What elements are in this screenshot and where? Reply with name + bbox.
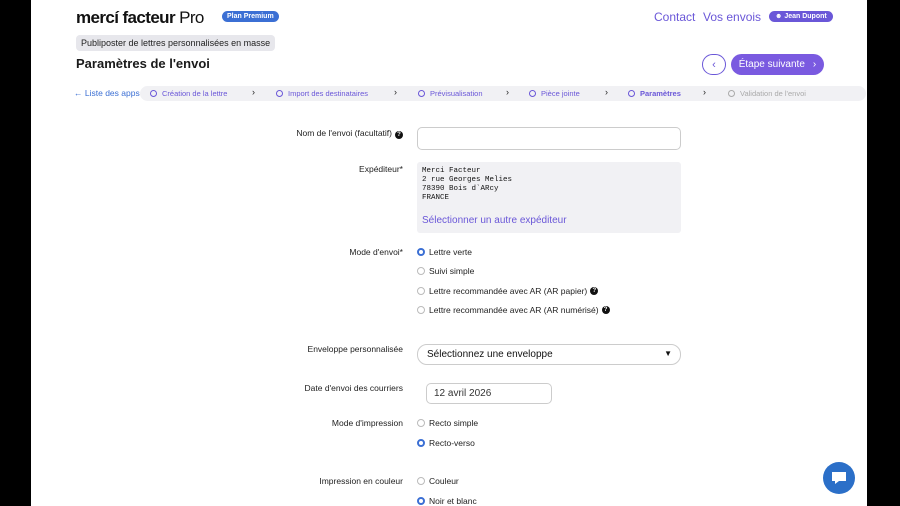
plan-badge: Plan Premium — [222, 11, 279, 22]
envelope-label: Enveloppe personnalisée — [307, 344, 403, 354]
step-creation-lettre[interactable]: Création de la lettre — [150, 89, 227, 98]
next-step-label: Étape suivante — [738, 59, 805, 70]
sender-line: Merci Facteur — [422, 167, 481, 175]
mode-option-ar-papier[interactable]: Lettre recommandée avec AR (AR papier)? — [417, 286, 599, 296]
step-parametres[interactable]: Paramètres — [628, 89, 681, 98]
nav-contact-link[interactable]: Contact — [654, 10, 695, 24]
step-validation-envoi: Validation de l'envoi — [728, 89, 806, 98]
question-icon[interactable]: ? — [395, 131, 403, 139]
color-option-couleur[interactable]: Couleur — [417, 476, 459, 486]
radio-button[interactable] — [417, 477, 425, 485]
color-option-noir-blanc[interactable]: Noir et blanc — [417, 496, 477, 506]
radio-button[interactable] — [417, 419, 425, 427]
chevron-right-icon: › — [506, 87, 509, 97]
option-label: Couleur — [429, 476, 459, 486]
logo-pro-text: Pro — [174, 8, 204, 27]
app-frame: mercí facteur Pro Plan Premium Contact V… — [31, 0, 867, 506]
sender-line: FRANCE — [422, 194, 450, 202]
name-field-label: Nom de l'envoi (facultatif)? — [296, 128, 403, 139]
option-label: Suivi simple — [429, 266, 475, 276]
envelope-select-value: Sélectionnez une enveloppe — [427, 349, 553, 360]
chevron-right-icon: › — [252, 87, 255, 97]
color-label: Impression en couleur — [319, 476, 403, 486]
question-icon[interactable]: ? — [601, 306, 610, 314]
sender-line: 2 rue Georges Melies — [422, 176, 513, 184]
check-circle-icon — [529, 90, 536, 97]
next-step-button[interactable]: Étape suivante › — [731, 54, 824, 75]
radio-button[interactable] — [417, 287, 425, 295]
envelope-select[interactable]: Sélectionnez une enveloppe ▼ — [417, 344, 681, 365]
step-label: Import des destinataires — [288, 89, 369, 98]
back-to-apps-link[interactable]: ← Liste des apps — [74, 88, 140, 98]
chevron-left-icon: ‹ — [712, 58, 716, 71]
check-circle-icon — [150, 90, 157, 97]
radio-button[interactable] — [417, 306, 425, 314]
chevron-right-icon: › — [605, 87, 608, 97]
mode-option-suivi-simple[interactable]: Suivi simple — [417, 266, 474, 276]
app-badge: Publiposter de lettres personnalisées en… — [76, 35, 276, 51]
radio-button[interactable] — [417, 439, 425, 447]
arrow-left-icon: ← — [74, 88, 83, 98]
page-title: Paramètres de l'envoi — [76, 56, 210, 71]
option-label: Lettre recommandée avec AR (AR papier) — [429, 286, 588, 296]
sender-line: 78390 Bois d`ARcy — [422, 185, 499, 193]
sender-label: Expéditeur* — [359, 164, 403, 174]
stepper: ← Liste des apps Création de la lettre ›… — [74, 86, 866, 101]
question-icon[interactable]: ? — [590, 287, 599, 295]
print-option-recto[interactable]: Recto simple — [417, 418, 478, 428]
name-field-label-text: Nom de l'envoi (facultatif) — [296, 128, 392, 138]
option-label: Lettre recommandée avec AR (AR numérisé) — [429, 305, 599, 315]
logo[interactable]: mercí facteur Pro — [76, 8, 204, 28]
print-label: Mode d'impression — [331, 418, 403, 428]
mode-label: Mode d'envoi* — [349, 247, 403, 257]
radio-button[interactable] — [417, 248, 425, 256]
nav-envois-link[interactable]: Vos envois — [703, 10, 761, 24]
user-icon: ☻ — [775, 13, 783, 20]
step-label: Validation de l'envoi — [740, 89, 806, 98]
step-previsualisation[interactable]: Prévisualisation — [418, 89, 483, 98]
user-name: Jean Dupont — [784, 13, 827, 20]
option-label: Recto simple — [429, 418, 479, 428]
circle-icon — [628, 90, 635, 97]
check-circle-icon — [276, 90, 283, 97]
radio-button[interactable] — [417, 267, 425, 275]
caret-down-icon: ▼ — [664, 349, 672, 358]
mode-option-lettre-verte[interactable]: Lettre verte — [417, 247, 472, 257]
option-label: Recto-verso — [429, 438, 475, 448]
chevron-right-icon: › — [812, 59, 817, 70]
logo-text: mercí facteur — [76, 8, 176, 27]
step-piece-jointe[interactable]: Pièce jointe — [529, 89, 580, 98]
step-label: Création de la lettre — [162, 89, 228, 98]
date-input[interactable]: 12 avril 2026 — [426, 383, 552, 404]
radio-button[interactable] — [417, 497, 425, 505]
check-circle-icon — [418, 90, 425, 97]
previous-step-button[interactable]: ‹ — [702, 54, 726, 75]
chat-icon — [832, 472, 846, 484]
sender-box: Merci Facteur 2 rue Georges Melies 78390… — [417, 162, 681, 233]
step-label: Prévisualisation — [430, 89, 483, 98]
stepper-bar: Création de la lettre › Import des desti… — [140, 86, 866, 101]
chevron-right-icon: › — [703, 87, 706, 97]
back-to-apps-label: Liste des apps — [84, 88, 140, 98]
step-import-destinataires[interactable]: Import des destinataires — [276, 89, 368, 98]
step-label: Paramètres — [640, 89, 681, 98]
print-option-recto-verso[interactable]: Recto-verso — [417, 438, 475, 448]
change-sender-link[interactable]: Sélectionner un autre expéditeur — [422, 215, 567, 226]
chat-button[interactable] — [823, 462, 855, 494]
chevron-right-icon: › — [394, 87, 397, 97]
name-input[interactable] — [417, 127, 681, 150]
option-label: Lettre verte — [429, 247, 472, 257]
circle-icon — [728, 90, 735, 97]
option-label: Noir et blanc — [429, 496, 477, 506]
user-menu[interactable]: ☻ Jean Dupont — [769, 11, 833, 22]
date-label: Date d'envoi des courriers — [304, 383, 403, 393]
mode-option-ar-numerise[interactable]: Lettre recommandée avec AR (AR numérisé)… — [417, 305, 610, 315]
step-label: Pièce jointe — [541, 89, 580, 98]
